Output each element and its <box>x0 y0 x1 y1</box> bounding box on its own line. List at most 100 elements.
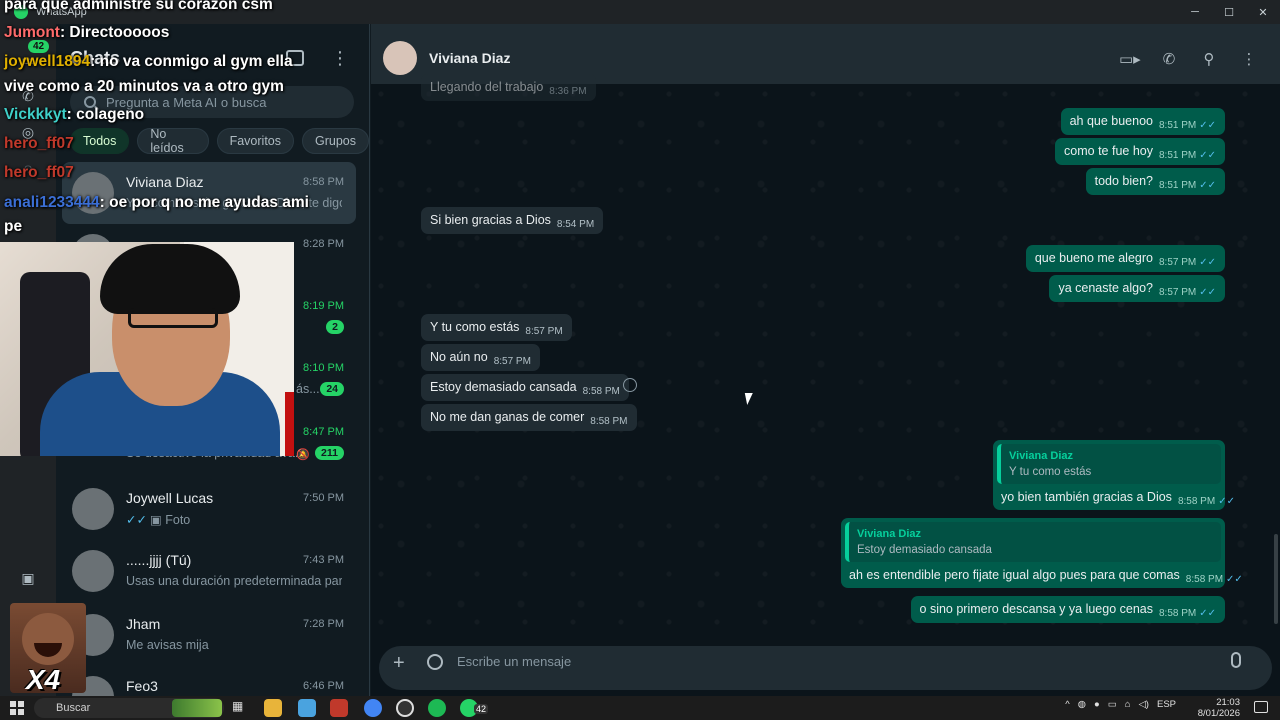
message-text: ah es entendible pero fijate igual algo … <box>849 568 1180 582</box>
message-incoming[interactable]: Llegando del trabajo 8:36 PM <box>421 74 596 101</box>
menu-icon[interactable]: ⋮ <box>1239 50 1259 68</box>
chevron-up-icon[interactable]: ^ <box>1065 699 1069 710</box>
chat-time: 7:28 PM <box>303 618 344 630</box>
app-icon[interactable] <box>330 699 348 717</box>
chat-item-viviana-diaz[interactable]: Viviana Diaz 8:58 PM Y tu como estás, gr… <box>62 162 356 224</box>
windows-taskbar: Buscar ▦ 42 ^ ◍ ● ▭ ⌂ ◁) ESP 21:03 8/01/… <box>0 696 1280 720</box>
windows-start-icon[interactable] <box>10 701 24 715</box>
file-explorer-icon[interactable] <box>264 699 282 717</box>
quoted-message[interactable]: Viviana Diaz Estoy demasiado cansada <box>845 522 1221 562</box>
whatsapp-taskbar-badge: 42 <box>474 704 489 714</box>
video-call-icon[interactable]: ▭▸ <box>1119 50 1141 68</box>
message-outgoing-reply[interactable]: Viviana Diaz Y tu como estás yo bien tam… <box>993 440 1235 510</box>
clock-date: 8/01/2026 <box>1197 708 1240 719</box>
chat-time: 6:46 PM <box>303 680 344 692</box>
language-indicator[interactable]: ESP <box>1157 699 1176 710</box>
conversation-scrollbar[interactable] <box>1274 534 1278 624</box>
volume-icon[interactable]: ◁) <box>1139 699 1149 710</box>
message-outgoing[interactable]: como te fue hoy 8:51 PM ✓✓ <box>1055 138 1225 165</box>
chat-preview: Me avisas mija <box>126 638 209 652</box>
unread-badge: 24 <box>320 382 344 396</box>
quoted-text: Y tu como estás <box>1009 466 1092 478</box>
filter-favorites[interactable]: Favoritos <box>216 128 294 154</box>
maximize-button[interactable]: ☐ <box>1212 0 1246 24</box>
message-time: 8:58 PM <box>590 416 628 427</box>
chrome-icon[interactable] <box>364 699 382 717</box>
stream-chat-text: : no va conmigo al gym ella <box>90 53 293 70</box>
chat-background: Llegando del trabajo 8:36 PM ah que bueno… <box>371 74 1280 640</box>
unread-badge: 211 <box>315 446 344 460</box>
message-incoming[interactable]: Si bien gracias a Dios 8:54 PM <box>421 207 604 234</box>
stream-chat-text: pe <box>4 218 23 235</box>
message-outgoing[interactable]: que bueno me alegro 8:57 PM ✓✓ <box>1025 245 1225 272</box>
read-ticks-icon: ✓✓ <box>1226 574 1243 585</box>
network-icon[interactable]: ⌂ <box>1125 699 1131 710</box>
sticker-emoji-icon[interactable] <box>427 654 443 670</box>
message-time: 8:57 PM <box>525 326 563 337</box>
clock-time: 21:03 <box>1216 697 1240 708</box>
message-outgoing[interactable]: todo bien? 8:51 PM ✓✓ <box>1085 168 1225 195</box>
message-outgoing[interactable]: ya cenaste algo? 8:57 PM ✓✓ <box>1049 275 1225 302</box>
message-incoming[interactable]: Estoy demasiado cansada 8:58 PM <box>421 374 629 401</box>
read-ticks-icon: ✓✓ <box>1199 120 1216 131</box>
meme-face <box>22 613 74 665</box>
taskbar-clock[interactable]: 21:03 8/01/2026 <box>1198 697 1240 719</box>
message-input[interactable]: Escribe un mensaje <box>457 654 571 669</box>
message-time: 8:51 PM <box>1158 180 1197 191</box>
multiplier-label: X4 <box>26 664 61 695</box>
message-incoming[interactable]: Y tu como estás 8:57 PM <box>421 314 572 341</box>
message-incoming[interactable]: No aún no 8:57 PM <box>421 344 540 371</box>
stream-chat-user: Jumont <box>4 24 60 41</box>
microphone-icon[interactable] <box>1231 652 1241 668</box>
message-outgoing-reply[interactable]: Viviana Diaz Estoy demasiado cansada ah … <box>841 518 1243 588</box>
read-ticks-icon: ✓✓ <box>1199 150 1216 161</box>
filter-groups[interactable]: Grupos <box>302 128 369 154</box>
chat-item-self[interactable]: ......jjjj (Tú) 7:43 PM Usas una duració… <box>62 540 356 602</box>
phone-icon[interactable]: ✆ <box>1159 50 1179 68</box>
close-button[interactable]: ✕ <box>1246 0 1280 24</box>
read-ticks-icon: ✓✓ <box>1199 608 1216 619</box>
chat-preview: ✓✓ ▣ Foto <box>126 512 342 527</box>
message-time: 8:51 PM <box>1158 120 1197 131</box>
stream-chat-user: hero_ff07 <box>4 135 74 152</box>
notifications-icon[interactable] <box>1254 701 1268 713</box>
read-ticks-icon: ✓✓ <box>126 513 147 527</box>
search-icon[interactable]: ⚲ <box>1199 50 1219 68</box>
chat-item-feo3[interactable]: Feo3 6:46 PM <box>62 666 356 696</box>
search-highlight-image <box>172 699 222 717</box>
avatar <box>72 488 114 530</box>
message-outgoing[interactable]: ah que buenoo 8:51 PM ✓✓ <box>1060 108 1225 135</box>
read-ticks-icon: ✓✓ <box>1199 287 1216 298</box>
message-time: 8:51 PM <box>1158 150 1197 161</box>
contact-name[interactable]: Viviana Diaz <box>429 50 510 66</box>
filter-all[interactable]: Todos <box>70 128 130 154</box>
react-emoji-icon[interactable] <box>623 378 637 392</box>
message-time: 8:58 PM <box>1185 574 1224 585</box>
conversation-pane: Viviana Diaz ▭▸ ✆ ⚲ ⋮ Llegando del traba… <box>371 24 1280 696</box>
stream-chat-line: Jumont: Directooooos <box>4 24 169 42</box>
message-time: 8:36 PM <box>549 86 587 97</box>
spotify-icon[interactable] <box>428 699 446 717</box>
quoted-message[interactable]: Viviana Diaz Y tu como estás <box>997 444 1221 484</box>
obs-icon[interactable] <box>396 699 414 717</box>
chat-list-menu-icon[interactable]: ⋮ <box>331 48 349 69</box>
tray-mic-icon[interactable]: ● <box>1094 699 1100 710</box>
streamer-glasses-image <box>128 308 218 328</box>
chat-item-jham[interactable]: Jham 7:28 PM Me avisas mija <box>62 604 356 666</box>
message-time: 8:58 PM <box>1177 496 1216 507</box>
chat-item-joywell-lucas[interactable]: Joywell Lucas 7:50 PM ✓✓ ▣ Foto <box>62 478 356 540</box>
task-view-icon[interactable]: ▦ <box>232 699 250 717</box>
message-incoming[interactable]: No me dan ganas de comer 8:58 PM <box>421 404 637 431</box>
minimize-button[interactable]: ─ <box>1178 0 1212 24</box>
media-icon[interactable]: ▣ <box>18 568 38 588</box>
contact-avatar[interactable] <box>383 41 417 75</box>
message-outgoing[interactable]: o sino primero descansa y ya luego cenas… <box>910 596 1225 623</box>
tray-app-icon[interactable]: ◍ <box>1078 699 1086 710</box>
webcam-overlay <box>0 242 294 456</box>
tray-display-icon[interactable]: ▭ <box>1108 699 1117 710</box>
muted-bell-icon: 🔕 <box>296 449 310 461</box>
attach-plus-icon[interactable]: + <box>393 652 405 675</box>
filter-unread[interactable]: No leídos <box>137 127 209 155</box>
message-text: Si bien gracias a Dios <box>430 213 551 227</box>
app-icon[interactable] <box>298 699 316 717</box>
